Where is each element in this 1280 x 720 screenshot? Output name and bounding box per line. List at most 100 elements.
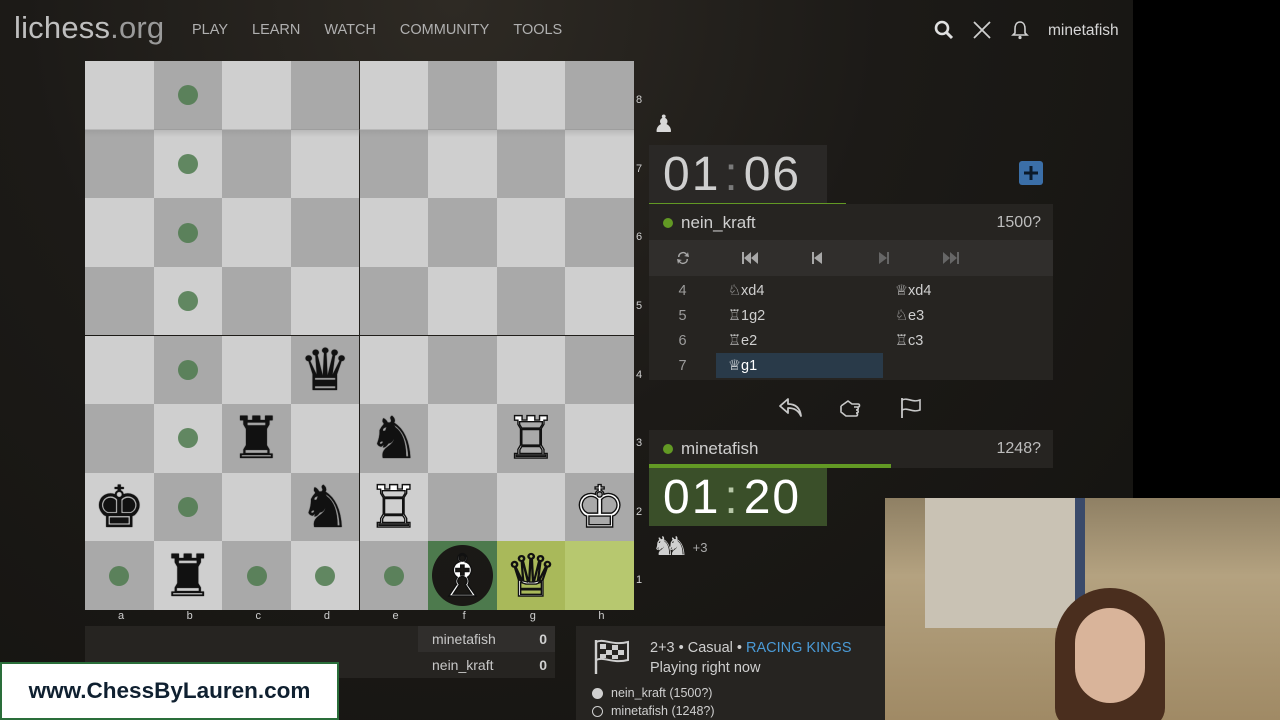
black-rook-icon[interactable]: ♜	[162, 547, 214, 605]
move-dest-dot[interactable]	[246, 565, 267, 586]
square-b6[interactable]	[153, 198, 223, 267]
black-queen-icon[interactable]: ♛	[299, 341, 351, 399]
square-b3[interactable]	[153, 404, 223, 473]
move-dest-dot[interactable]	[383, 565, 404, 586]
nav-play[interactable]: PLAY	[192, 22, 228, 38]
square-e7[interactable]	[359, 129, 429, 199]
score-player-name[interactable]: minetafish	[418, 631, 496, 647]
white-move[interactable]: ♘xd4	[716, 278, 883, 303]
nav-tools[interactable]: TOOLS	[513, 22, 562, 38]
square-f1[interactable]: ♗	[428, 541, 497, 610]
score-player-name[interactable]: nein_kraft	[418, 657, 493, 673]
black-king-icon[interactable]: ♚	[93, 478, 145, 536]
square-f6[interactable]	[428, 198, 497, 267]
square-d5[interactable]	[290, 266, 360, 336]
black-rook-icon[interactable]: ♜	[231, 409, 283, 467]
square-b5[interactable]	[153, 266, 223, 336]
chess-board[interactable]: ♛ ♜ ♞ ♖ ♚ ♞ ♖ ♔ ♜ ♗ ♕	[85, 61, 634, 610]
square-g8[interactable]	[496, 61, 566, 130]
move-dest-dot[interactable]	[177, 497, 198, 518]
flip-board-button[interactable]	[649, 250, 716, 266]
square-c3[interactable]: ♜	[222, 404, 291, 473]
square-a6[interactable]	[85, 198, 154, 267]
square-g5[interactable]	[496, 266, 566, 336]
square-e4[interactable]	[359, 335, 429, 405]
square-h6[interactable]	[565, 198, 634, 267]
square-b8[interactable]	[153, 61, 223, 130]
square-f2[interactable]	[428, 472, 497, 542]
black-move[interactable]: ♘e3	[883, 308, 924, 324]
last-move-button[interactable]	[917, 251, 984, 265]
square-b2[interactable]	[153, 472, 223, 542]
square-h8[interactable]	[565, 61, 634, 130]
square-h2[interactable]: ♔	[565, 472, 634, 542]
first-move-button[interactable]	[716, 251, 783, 265]
square-g1[interactable]: ♕	[496, 541, 566, 610]
move-dest-dot[interactable]	[109, 565, 130, 586]
site-logo[interactable]: lichess.org	[14, 10, 164, 46]
square-h4[interactable]	[565, 335, 634, 405]
swords-icon[interactable]	[972, 20, 992, 40]
square-c6[interactable]	[222, 198, 291, 267]
move-dest-dot[interactable]	[177, 222, 198, 243]
white-move[interactable]: ♕g1	[716, 353, 883, 378]
square-d7[interactable]	[290, 129, 360, 199]
move-dest-dot[interactable]	[177, 153, 198, 174]
square-f4[interactable]	[428, 335, 497, 405]
resign-flag-icon[interactable]	[898, 396, 924, 420]
square-g3[interactable]: ♖	[496, 404, 566, 473]
square-h3[interactable]	[565, 404, 634, 473]
square-g7[interactable]	[496, 129, 566, 199]
black-knight-icon[interactable]: ♞	[299, 478, 351, 536]
white-rook-icon[interactable]: ♖	[367, 477, 420, 536]
square-a3[interactable]	[85, 404, 154, 473]
square-e5[interactable]	[359, 266, 429, 336]
square-e6[interactable]	[359, 198, 429, 267]
square-b7[interactable]	[153, 129, 223, 199]
square-f8[interactable]	[428, 61, 497, 130]
square-a4[interactable]	[85, 335, 154, 405]
square-g2[interactable]	[496, 472, 566, 542]
next-move-button[interactable]	[850, 251, 917, 265]
move-dest-dot[interactable]	[177, 291, 198, 312]
prev-move-button[interactable]	[783, 251, 850, 265]
black-move[interactable]: ♕xd4	[883, 283, 931, 299]
square-c8[interactable]	[222, 61, 291, 130]
square-e3[interactable]: ♞	[359, 404, 429, 473]
black-player-text[interactable]: minetafish (1248?)	[611, 704, 715, 718]
square-f3[interactable]	[428, 404, 497, 473]
takeback-icon[interactable]	[778, 396, 804, 420]
square-f7[interactable]	[428, 129, 497, 199]
square-c7[interactable]	[222, 129, 291, 199]
square-a1[interactable]	[85, 541, 154, 610]
square-c1[interactable]	[222, 541, 291, 610]
white-bishop-icon[interactable]: ♗	[436, 546, 489, 605]
square-f5[interactable]	[428, 266, 497, 336]
add-time-button[interactable]	[1019, 161, 1043, 185]
offer-draw-icon[interactable]	[838, 396, 864, 420]
square-a5[interactable]	[85, 266, 154, 336]
white-move[interactable]: ♖1g2	[716, 303, 883, 328]
white-rook-icon[interactable]: ♖	[504, 409, 557, 468]
square-d2[interactable]: ♞	[290, 472, 360, 542]
nav-community[interactable]: COMMUNITY	[400, 22, 489, 38]
square-e1[interactable]	[359, 541, 429, 610]
square-h7[interactable]	[565, 129, 634, 199]
white-king-icon[interactable]: ♔	[573, 477, 626, 536]
white-move[interactable]: ♖e2	[716, 328, 883, 353]
square-a8[interactable]	[85, 61, 154, 130]
square-b4[interactable]	[153, 335, 223, 405]
move-dest-dot[interactable]	[177, 428, 198, 449]
nav-watch[interactable]: WATCH	[324, 22, 376, 38]
variant-link[interactable]: RACING KINGS	[746, 640, 852, 656]
square-c4[interactable]	[222, 335, 291, 405]
square-g6[interactable]	[496, 198, 566, 267]
square-d1[interactable]	[290, 541, 360, 610]
move-dest-dot[interactable]	[177, 85, 198, 106]
black-move[interactable]: ♖c3	[883, 333, 923, 349]
square-d6[interactable]	[290, 198, 360, 267]
search-icon[interactable]	[934, 20, 954, 40]
square-d4[interactable]: ♛	[290, 335, 360, 405]
player-name[interactable]: minetafish	[681, 439, 758, 459]
black-knight-icon[interactable]: ♞	[368, 409, 420, 467]
